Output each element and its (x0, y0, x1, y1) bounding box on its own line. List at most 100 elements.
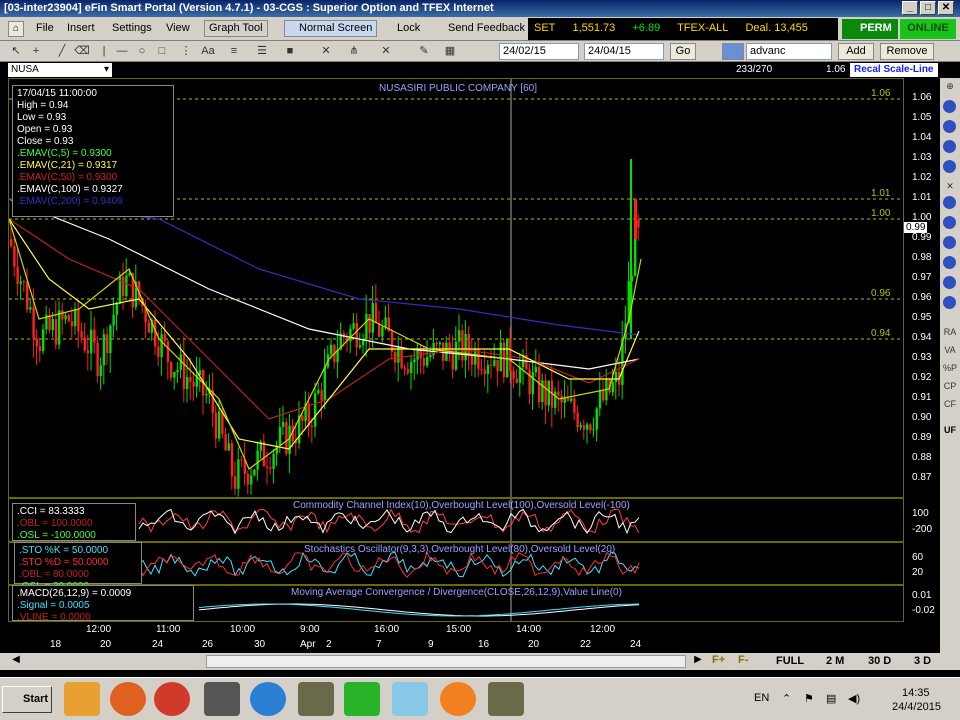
sto-obl: .OBL = 80.0000 (19, 569, 89, 580)
tool-j-icon[interactable] (943, 296, 956, 309)
clock-time[interactable]: 14:35 (902, 687, 930, 699)
range-3d-button[interactable]: 3 D (914, 655, 931, 667)
chrome-icon[interactable] (154, 682, 190, 716)
firefox-icon[interactable] (110, 682, 146, 716)
text-tool-button[interactable]: Aa (198, 44, 218, 59)
stochastics-panel[interactable]: Stochastics Oscillator(9,3,3),Overbought… (8, 542, 904, 585)
price-y-tick: 0.89 (912, 432, 932, 443)
tool-h-icon[interactable] (943, 256, 956, 269)
chevron-down-icon[interactable]: ▾ (104, 63, 109, 76)
home-icon[interactable]: ⌂ (8, 21, 24, 37)
delete-drawing-icon[interactable]: ✕ (378, 44, 394, 59)
scroll-left-icon[interactable]: ◀ (8, 654, 24, 669)
percent-button[interactable]: %P (942, 360, 958, 376)
graph-tool-button[interactable]: Graph Tool (204, 20, 268, 37)
rect-icon[interactable]: □ (154, 44, 170, 59)
crosshair-icon[interactable]: + (28, 44, 44, 59)
app-icon-3[interactable] (440, 682, 476, 716)
tool-d-icon[interactable] (943, 160, 956, 173)
day-tick: 7 (376, 639, 382, 650)
maximize-button[interactable]: □ (920, 1, 936, 15)
tool-g-icon[interactable] (943, 236, 956, 249)
tool-f-icon[interactable] (943, 216, 956, 229)
zoom-out-f-icon[interactable]: F- (738, 654, 748, 666)
tool-b-icon[interactable] (943, 120, 956, 133)
window-title: [03-inter23904] eFin Smart Portal (Versi… (4, 2, 494, 14)
minimize-button[interactable]: _ (902, 1, 918, 15)
language-indicator[interactable]: EN (754, 692, 769, 704)
candle-body (192, 381, 195, 387)
tool-i-icon[interactable] (943, 276, 956, 289)
ra-button[interactable]: RA (942, 324, 958, 340)
fib-icon[interactable]: ⋮ (178, 44, 194, 59)
flag-icon[interactable]: ⚑ (804, 692, 814, 705)
vline-icon[interactable]: | (96, 44, 112, 59)
cf-button[interactable]: CF (942, 396, 958, 412)
menu-insert[interactable]: Insert (67, 22, 95, 34)
time-tick: 12:00 (590, 624, 616, 635)
tool-e-icon[interactable] (943, 196, 956, 209)
volume-icon[interactable]: ◀) (848, 692, 860, 705)
tool-c-icon[interactable] (943, 140, 956, 153)
indicator-icon[interactable]: ▦ (442, 44, 458, 59)
cci-panel[interactable]: Commodity Channel Index(10),Overbought L… (8, 498, 904, 542)
symbol-input[interactable]: NUSA ▾ (8, 63, 112, 77)
scroll-thumb[interactable] (206, 655, 686, 668)
candle-body (83, 337, 86, 351)
recal-scale-button[interactable]: Recal Scale-Line (850, 63, 938, 77)
line-style-icon[interactable]: ☰ (254, 44, 270, 59)
tool-a-icon[interactable] (943, 100, 956, 113)
sto-y-axis: 60 20 (904, 542, 940, 585)
cp-button[interactable]: CP (942, 378, 958, 394)
send-feedback-button[interactable]: Send Feedback (432, 22, 525, 34)
range-30d-button[interactable]: 30 D (868, 655, 891, 667)
date-from-input[interactable]: 24/02/15 (499, 43, 579, 60)
menu-file[interactable]: File (36, 22, 54, 34)
screen-icon[interactable] (722, 43, 744, 60)
indicator-select[interactable]: advanc (746, 43, 832, 60)
zoom-in-icon[interactable]: ⊕ (942, 78, 958, 94)
zoom-in-f-icon[interactable]: F+ (712, 654, 725, 666)
start-button[interactable]: Start (2, 686, 52, 713)
clock-date[interactable]: 24/4/2015 (892, 701, 941, 713)
date-to-input[interactable]: 24/04/15 (584, 43, 664, 60)
eraser-icon[interactable]: ⌫ (74, 44, 90, 59)
scroll-right-icon[interactable]: ▶ (690, 654, 706, 669)
circle-icon[interactable]: ○ (134, 44, 150, 59)
fan-icon[interactable]: ⋔ (346, 44, 362, 59)
line-icon[interactable] (344, 682, 380, 716)
hline-icon[interactable]: — (114, 44, 130, 59)
line-width-icon[interactable]: ≡ (226, 44, 242, 59)
ie-icon[interactable] (250, 682, 286, 716)
va-button[interactable]: VA (942, 342, 958, 358)
app-icon-4[interactable] (488, 682, 524, 716)
remove-button[interactable]: Remove (880, 43, 934, 60)
line-tool-icon[interactable]: ╱ (54, 44, 70, 59)
color-icon[interactable]: ■ (282, 44, 298, 59)
lock-button[interactable]: Lock (381, 22, 420, 34)
range-2m-button[interactable]: 2 M (826, 655, 844, 667)
tray-chevron-icon[interactable]: ⌃ (782, 692, 791, 705)
candle-body (22, 281, 26, 283)
day-tick: 9 (428, 639, 434, 650)
level-label: 0.96 (871, 288, 891, 299)
candle-body (77, 308, 80, 332)
candle-body (493, 360, 496, 366)
cross-icon[interactable]: ✕ (942, 178, 958, 194)
menu-settings[interactable]: Settings (112, 22, 152, 34)
pitchfork-icon[interactable]: ✕ (318, 44, 334, 59)
network-icon[interactable]: ▤ (826, 692, 836, 705)
cursor-icon[interactable]: ↖ (8, 44, 24, 59)
pencil-icon[interactable]: ✎ (416, 44, 432, 59)
range-full-button[interactable]: FULL (776, 655, 804, 667)
app-icon-1[interactable] (298, 682, 334, 716)
efin-app-icon[interactable] (204, 682, 240, 716)
menu-view[interactable]: View (166, 22, 190, 34)
normal-screen-button[interactable]: Normal Screen (284, 20, 378, 37)
go-button[interactable]: Go (670, 43, 696, 60)
add-button[interactable]: Add (838, 43, 874, 60)
close-button[interactable]: ✕ (938, 1, 954, 15)
uf-button[interactable]: UF (942, 422, 958, 438)
explorer-icon[interactable] (64, 682, 100, 716)
app-icon-2[interactable] (392, 682, 428, 716)
